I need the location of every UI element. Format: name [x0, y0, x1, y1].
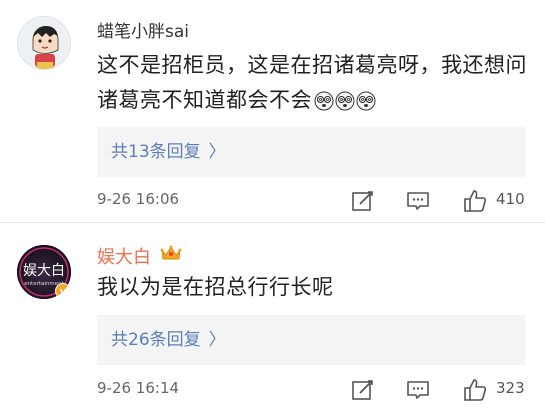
comment-footer: 9-26 16:14 323 [97, 375, 529, 405]
crown-icon [160, 245, 182, 260]
cartoon-avatar-icon [18, 17, 70, 69]
comment-icon[interactable] [405, 377, 431, 403]
chevron-right-icon: 〉 [208, 142, 226, 162]
avatar[interactable]: 娱大白 entertainment v [17, 245, 71, 299]
dizzy-face-icon [356, 91, 376, 111]
reply-count-label: 共13条回复 [111, 142, 201, 162]
repost-icon[interactable] [350, 188, 376, 214]
avatar-logo-text: 娱大白 [23, 263, 65, 279]
comment-footer: 9-26 16:06 410 [97, 186, 529, 216]
comment-item: 蜡笔小胖sai 这不是招柜员，这是在招诸葛亮呀，我还想问诸葛亮不知道都会不会 共… [0, 0, 545, 222]
comment-icon[interactable] [405, 188, 431, 214]
dizzy-face-icon [314, 91, 334, 111]
username[interactable]: 蜡笔小胖sai [97, 17, 189, 42]
repost-icon[interactable] [350, 377, 376, 403]
view-replies-button[interactable]: 共13条回复〉 [97, 127, 525, 177]
timestamp: 9-26 16:06 [97, 190, 180, 208]
dizzy-face-icon [335, 91, 355, 111]
verified-badge-icon: v [55, 283, 71, 299]
username[interactable]: 娱大白 [97, 243, 151, 269]
timestamp: 9-26 16:14 [97, 379, 180, 397]
view-replies-button[interactable]: 共26条回复〉 [97, 315, 525, 365]
chevron-right-icon: 〉 [208, 330, 226, 350]
like-count: 323 [496, 379, 525, 397]
comment-text: 我以为是在招总行行长呢 [97, 275, 334, 299]
comment-text: 这不是招柜员，这是在招诸葛亮呀，我还想问诸葛亮不知道都会不会 [97, 48, 527, 118]
svg-text:v: v [60, 287, 67, 298]
avatar[interactable] [17, 16, 71, 70]
comment-item: 娱大白 entertainment v 娱大白 我以为是在招总行行长呢 共26条… [0, 222, 545, 417]
thumbs-up-icon[interactable] [462, 377, 488, 403]
reply-count-label: 共26条回复 [111, 330, 201, 350]
comment-body: 这不是招柜员，这是在招诸葛亮呀，我还想问诸葛亮不知道都会不会 [97, 53, 527, 112]
emoji-group [314, 91, 376, 111]
like-count: 410 [496, 190, 525, 208]
thumbs-up-icon[interactable] [462, 188, 488, 214]
